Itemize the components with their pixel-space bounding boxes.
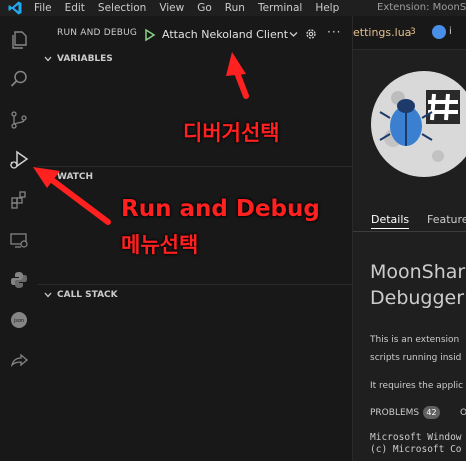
terminal-line: Microsoft Window bbox=[370, 432, 462, 443]
menu-file[interactable]: File bbox=[34, 1, 52, 15]
annotation-menu-select: 메뉴선택 bbox=[121, 233, 199, 257]
debug-toolbar: RUN AND DEBUG Attach Nekoland Client ··· bbox=[38, 24, 353, 46]
json-icon[interactable]: json bbox=[7, 308, 31, 332]
menu-bar: File Edit Selection View Go Run Terminal… bbox=[0, 0, 466, 16]
chevron-down-icon bbox=[44, 174, 52, 180]
gear-icon[interactable] bbox=[304, 27, 318, 41]
lua-file-icon bbox=[432, 25, 446, 39]
vscode-logo-icon bbox=[8, 1, 22, 15]
tab-problems[interactable]: PROBLEMS bbox=[370, 408, 419, 418]
run-and-debug-title: RUN AND DEBUG bbox=[57, 28, 138, 38]
menu-terminal[interactable]: Terminal bbox=[258, 1, 302, 15]
remote-explorer-icon[interactable] bbox=[7, 228, 31, 252]
annotation-debugger-select: 디버거선택 bbox=[183, 121, 280, 145]
python-icon[interactable] bbox=[7, 268, 31, 292]
tab-divider bbox=[353, 231, 466, 232]
panel-tabs: PROBLEMS 42 O bbox=[370, 406, 466, 423]
run-and-debug-icon[interactable] bbox=[7, 148, 31, 172]
more-actions-button[interactable]: ··· bbox=[327, 25, 341, 39]
chevron-down-icon bbox=[44, 56, 52, 62]
extension-name: MoonShar Debugger bbox=[370, 259, 465, 311]
menu-run[interactable]: Run bbox=[225, 1, 245, 15]
variables-section-title: VARIABLES bbox=[57, 54, 113, 64]
terminal-line: (c) Microsoft Co bbox=[370, 444, 462, 455]
tab-settings-lua[interactable]: ettings.lua bbox=[353, 26, 411, 39]
search-icon[interactable] bbox=[7, 67, 31, 91]
chevron-down-icon bbox=[44, 292, 52, 298]
editor-tab-strip: ettings.lua 3 i bbox=[353, 16, 466, 50]
live-share-icon[interactable] bbox=[7, 348, 31, 372]
extension-name-line1: MoonShar bbox=[370, 261, 466, 283]
problem-count-badge: 3 bbox=[410, 27, 416, 37]
tab-details[interactable]: Details bbox=[371, 213, 410, 229]
debug-configuration-select[interactable]: Attach Nekoland Client bbox=[162, 26, 298, 44]
problems-count-badge: 42 bbox=[423, 406, 440, 419]
menu-go[interactable]: Go bbox=[197, 1, 212, 15]
extensions-icon[interactable] bbox=[7, 188, 31, 212]
start-debugging-play-icon[interactable] bbox=[144, 28, 156, 42]
call-stack-section-title: CALL STACK bbox=[57, 290, 118, 300]
tab-output[interactable]: O bbox=[460, 408, 466, 418]
window-title: Extension: MoonSha bbox=[377, 2, 466, 13]
menu-selection[interactable]: Selection bbox=[98, 1, 146, 15]
watch-section-title: WATCH bbox=[57, 172, 94, 182]
tab-lua-label[interactable]: i bbox=[449, 26, 452, 37]
watch-section-header[interactable]: WATCH bbox=[38, 167, 353, 187]
annotation-run-and-debug: Run and Debug bbox=[121, 196, 320, 222]
menu-help[interactable]: Help bbox=[315, 1, 339, 15]
variables-section-header[interactable]: VARIABLES bbox=[38, 49, 353, 69]
extension-description-line2: scripts running insid bbox=[370, 353, 462, 363]
menu-view[interactable]: View bbox=[159, 1, 184, 15]
chevron-down-icon bbox=[289, 32, 298, 37]
tab-features[interactable]: Feature bbox=[427, 213, 466, 226]
extension-description-line3: It requires the applic bbox=[370, 381, 464, 391]
extension-description-line1: This is an extension bbox=[370, 335, 460, 345]
debug-configuration-value: Attach Nekoland Client bbox=[162, 28, 289, 41]
source-control-icon[interactable] bbox=[7, 108, 31, 132]
extension-name-line2: Debugger bbox=[370, 287, 465, 309]
call-stack-section-header[interactable]: CALL STACK bbox=[38, 285, 353, 305]
extension-details-editor: Details Feature MoonShar Debugger This i… bbox=[353, 50, 466, 461]
explorer-icon[interactable] bbox=[7, 28, 31, 52]
svg-text:json: json bbox=[13, 318, 24, 324]
activity-bar: json bbox=[0, 16, 38, 461]
menu-edit[interactable]: Edit bbox=[65, 1, 85, 15]
moonsharp-logo-icon bbox=[371, 71, 466, 177]
